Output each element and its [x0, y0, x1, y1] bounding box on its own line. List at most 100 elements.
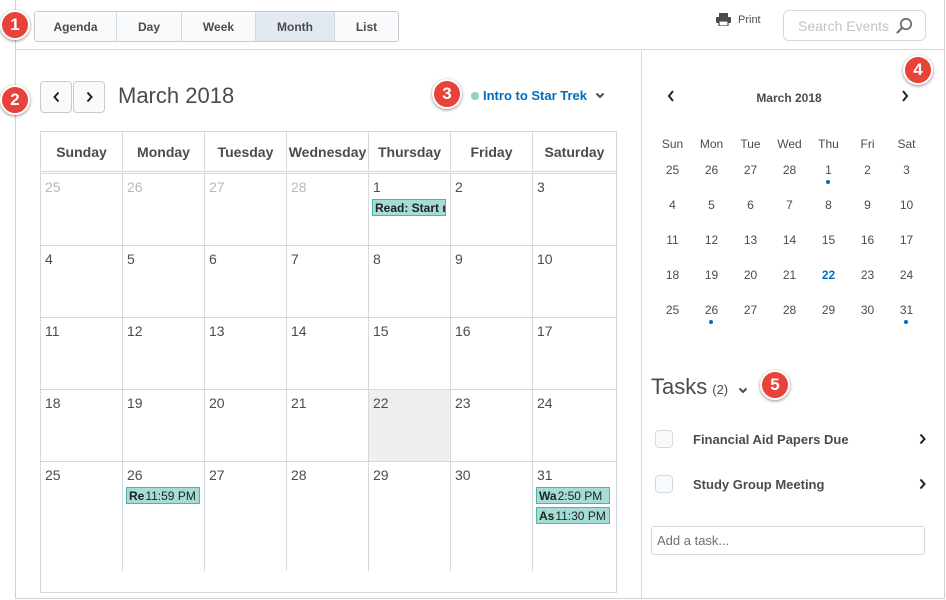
- mini-day[interactable]: 31: [887, 297, 926, 332]
- day-cell[interactable]: 10: [533, 246, 616, 317]
- mini-day[interactable]: 17: [887, 227, 926, 262]
- mini-day[interactable]: 16: [848, 227, 887, 262]
- mini-day[interactable]: 29: [809, 297, 848, 332]
- calendar-event[interactable]: As 11:30 PM: [536, 507, 610, 524]
- day-cell[interactable]: 24: [533, 390, 616, 461]
- mini-day[interactable]: 24: [887, 262, 926, 297]
- day-cell[interactable]: 11: [41, 318, 123, 389]
- day-cell[interactable]: 25: [41, 174, 123, 245]
- day-cell[interactable]: 18: [41, 390, 123, 461]
- mini-day[interactable]: 25: [653, 297, 692, 332]
- day-cell[interactable]: 19: [123, 390, 205, 461]
- day-cell[interactable]: 28: [287, 462, 369, 571]
- mini-day[interactable]: 15: [809, 227, 848, 262]
- day-cell[interactable]: 20: [205, 390, 287, 461]
- day-cell[interactable]: 5: [123, 246, 205, 317]
- mini-day[interactable]: 19: [692, 262, 731, 297]
- tab-list[interactable]: List: [335, 12, 398, 41]
- mini-day[interactable]: 2: [848, 157, 887, 192]
- search-icon[interactable]: [896, 17, 913, 34]
- mini-day-today[interactable]: 22: [809, 262, 848, 297]
- tab-week[interactable]: Week: [182, 12, 256, 41]
- calendar-event[interactable]: Re 11:59 PM: [126, 487, 200, 504]
- mini-day[interactable]: 3: [887, 157, 926, 192]
- day-cell[interactable]: 26 Re 11:59 PM: [123, 462, 205, 571]
- mini-day[interactable]: 13: [731, 227, 770, 262]
- event-time: 11:30 PM: [555, 508, 606, 523]
- day-cell[interactable]: 27: [205, 462, 287, 571]
- day-cell[interactable]: 4: [41, 246, 123, 317]
- day-cell[interactable]: 31 Wa 2:50 PM As 11:30 PM: [533, 462, 616, 571]
- tab-month[interactable]: Month: [256, 12, 335, 41]
- calendar-event[interactable]: Wa 2:50 PM: [536, 487, 610, 504]
- day-number: 24: [537, 395, 553, 411]
- print-button[interactable]: Print: [716, 13, 761, 26]
- day-cell[interactable]: 29: [369, 462, 451, 571]
- mini-day[interactable]: 14: [770, 227, 809, 262]
- task-checkbox[interactable]: [655, 430, 673, 448]
- mini-day[interactable]: 25: [653, 157, 692, 192]
- search-input[interactable]: Search Events: [783, 10, 926, 41]
- mini-day[interactable]: 28: [770, 157, 809, 192]
- day-cell[interactable]: 21: [287, 390, 369, 461]
- mini-day[interactable]: 23: [848, 262, 887, 297]
- mini-day[interactable]: 28: [770, 297, 809, 332]
- mini-day[interactable]: 27: [731, 297, 770, 332]
- prev-month-button[interactable]: [40, 81, 72, 113]
- add-task-input[interactable]: Add a task...: [651, 526, 925, 555]
- mini-day[interactable]: 27: [731, 157, 770, 192]
- mini-day[interactable]: 30: [848, 297, 887, 332]
- mini-day[interactable]: 4: [653, 192, 692, 227]
- next-month-button[interactable]: [73, 81, 105, 113]
- tab-agenda[interactable]: Agenda: [35, 12, 117, 41]
- day-cell[interactable]: 23: [451, 390, 533, 461]
- day-cell[interactable]: 3: [533, 174, 616, 245]
- calendar-event[interactable]: Read: Start r: [372, 199, 446, 216]
- day-cell[interactable]: 27: [205, 174, 287, 245]
- calendar-selector[interactable]: Intro to Star Trek: [471, 88, 605, 103]
- day-cell[interactable]: 28: [287, 174, 369, 245]
- mini-day[interactable]: 10: [887, 192, 926, 227]
- mini-day[interactable]: 7: [770, 192, 809, 227]
- day-cell[interactable]: 2: [451, 174, 533, 245]
- day-number: 29: [373, 467, 389, 483]
- chevron-right-icon[interactable]: [918, 478, 927, 490]
- tasks-heading[interactable]: Tasks (2): [651, 374, 748, 400]
- day-cell[interactable]: 25: [41, 462, 123, 571]
- day-cell-today[interactable]: 22: [369, 390, 451, 461]
- event-title: Read: Start r: [375, 200, 446, 215]
- mini-next-month-button[interactable]: [900, 89, 910, 103]
- mini-day[interactable]: 1: [809, 157, 848, 192]
- day-cell[interactable]: 15: [369, 318, 451, 389]
- day-cell[interactable]: 6: [205, 246, 287, 317]
- mini-day[interactable]: 11: [653, 227, 692, 262]
- day-cell[interactable]: 8: [369, 246, 451, 317]
- task-checkbox[interactable]: [655, 475, 673, 493]
- day-cell[interactable]: 26: [123, 174, 205, 245]
- mini-day-number: 6: [747, 198, 754, 212]
- day-cell[interactable]: 12: [123, 318, 205, 389]
- day-cell[interactable]: 16: [451, 318, 533, 389]
- tab-day[interactable]: Day: [117, 12, 182, 41]
- chevron-right-icon[interactable]: [918, 433, 927, 445]
- mini-day[interactable]: 26: [692, 297, 731, 332]
- mini-day[interactable]: 20: [731, 262, 770, 297]
- mini-day[interactable]: 18: [653, 262, 692, 297]
- mini-day[interactable]: 5: [692, 192, 731, 227]
- task-item[interactable]: Financial Aid Papers Due: [655, 428, 927, 450]
- day-cell[interactable]: 1 Read: Start r: [369, 174, 451, 245]
- day-cell[interactable]: 9: [451, 246, 533, 317]
- day-number: 25: [45, 467, 61, 483]
- day-cell[interactable]: 30: [451, 462, 533, 571]
- task-item[interactable]: Study Group Meeting: [655, 473, 927, 495]
- mini-day[interactable]: 21: [770, 262, 809, 297]
- mini-day[interactable]: 12: [692, 227, 731, 262]
- mini-day[interactable]: 6: [731, 192, 770, 227]
- day-cell[interactable]: 14: [287, 318, 369, 389]
- day-cell[interactable]: 13: [205, 318, 287, 389]
- day-cell[interactable]: 7: [287, 246, 369, 317]
- day-cell[interactable]: 17: [533, 318, 616, 389]
- mini-day[interactable]: 9: [848, 192, 887, 227]
- mini-day[interactable]: 8: [809, 192, 848, 227]
- mini-day[interactable]: 26: [692, 157, 731, 192]
